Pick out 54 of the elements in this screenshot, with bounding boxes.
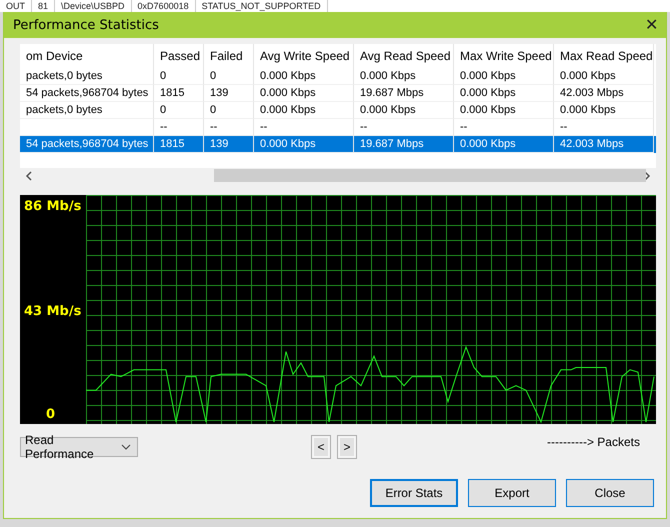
table-cell: 0.000 Kbps (254, 68, 354, 85)
scroll-left-icon[interactable] (24, 170, 34, 180)
column-header[interactable]: Failed (204, 44, 254, 68)
table-cell: 19.687 Mbps (354, 85, 454, 102)
table-cell: 139 (204, 136, 254, 153)
table-cell: 0 (154, 68, 204, 85)
dialog-button[interactable]: Close (566, 479, 654, 507)
column-header[interactable]: Avg Write Speed (254, 44, 354, 68)
table-cell: 0.000 Kbps (254, 85, 354, 102)
table-cell: 0 (204, 102, 254, 119)
mode-dropdown[interactable]: Read Performance (20, 437, 138, 457)
table-cell: 54 packets,968704 bytes (20, 85, 154, 102)
table-cell: 0.000 Kbps (454, 102, 554, 119)
table-cell: packets,0 bytes (20, 102, 154, 119)
column-header[interactable]: Max Write Speed (454, 44, 554, 68)
table-cell: 0.000 Kbps (454, 136, 554, 153)
dialog-button[interactable]: Error Stats (370, 479, 458, 507)
table-cell: 139 (204, 85, 254, 102)
table-cell: 19.687 Mbps (354, 136, 454, 153)
chevron-down-icon (121, 444, 131, 450)
table-cell: 1815 (154, 85, 204, 102)
table-cell: 0.000 Kbps (454, 68, 554, 85)
page-button[interactable]: < (311, 435, 331, 459)
table-cell: 42.003 Mbps (554, 85, 654, 102)
column-header[interactable]: Max Read Speed (554, 44, 654, 68)
table-cell: 0.000 Kbps (554, 102, 654, 119)
table-row[interactable]: packets,0 bytes 0 0 0.000 Kbps 0.000 Kbps 0.000 Kbps 0.000 Kbps (20, 102, 656, 119)
y-axis-label: 43 Mb/s (24, 304, 82, 319)
table-cell: 1815 (154, 136, 204, 153)
table-cell: packets,0 bytes (20, 68, 154, 85)
column-header[interactable]: Passed (154, 44, 204, 68)
scrollbar-thumb[interactable] (214, 169, 646, 182)
x-axis-label: ----------> Packets (547, 435, 640, 449)
y-axis-label: 0 (46, 407, 56, 422)
table-cell: 0.000 Kbps (354, 102, 454, 119)
table-row[interactable]: 54 packets,968704 bytes 1815 139 0.000 Kbps 19.687 Mbps 0.000 Kbps 42.003 Mbps (20, 136, 656, 153)
table-cell: 0.000 Kbps (254, 136, 354, 153)
table-cell: 0 (154, 102, 204, 119)
table-cell: 0 (204, 68, 254, 85)
table-row[interactable]: packets,0 bytes 0 0 0.000 Kbps 0.000 Kbps 0.000 Kbps 0.000 Kbps (20, 68, 656, 85)
table-row[interactable]: 54 packets,968704 bytes 1815 139 0.000 Kbps 19.687 Mbps 0.000 Kbps 42.003 Mbps (20, 85, 656, 102)
column-header[interactable]: om Device (20, 44, 154, 68)
page-button[interactable]: > (337, 435, 357, 459)
column-header[interactable]: Avg Read Speed (354, 44, 454, 68)
close-button[interactable]: ✕ (645, 15, 658, 35)
table-cell: 0.000 Kbps (554, 68, 654, 85)
y-axis-label: 86 Mb/s (24, 199, 82, 214)
dialog-button[interactable]: Export (468, 479, 556, 507)
table-cell: 42.003 Mbps (554, 136, 654, 153)
table-cell: 0.000 Kbps (454, 85, 554, 102)
table-cell: 54 packets,968704 bytes (20, 136, 154, 153)
table-cell: 0.000 Kbps (254, 102, 354, 119)
table-cell: 0.000 Kbps (354, 68, 454, 85)
window-title: Performance Statistics (13, 18, 159, 32)
